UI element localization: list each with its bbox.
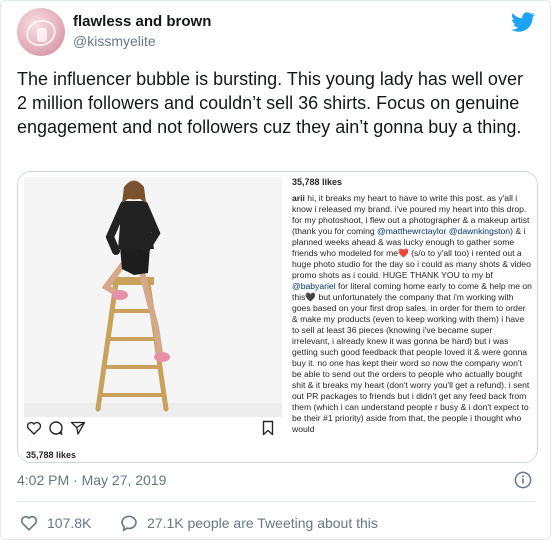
caption-mention: @matthewrctaylor [377, 226, 447, 236]
post-likes-count: 35,788 likes [26, 450, 77, 460]
author-handle[interactable]: @kissmyelite [73, 33, 156, 49]
twitter-bird-icon[interactable] [511, 10, 535, 34]
caption-username: arii [292, 193, 305, 203]
photo-pane: 35,788 likes [18, 172, 288, 462]
avatar[interactable] [17, 8, 65, 56]
tweet-card: flawless and brown @kissmyelite The infl… [0, 0, 551, 540]
embedded-instagram-screenshot[interactable]: 35,788 likes 35,788 likes arii hi, it br… [17, 171, 538, 463]
tweet-text: The influencer bubble is bursting. This … [17, 69, 523, 137]
comment-icon[interactable] [48, 420, 64, 436]
share-icon[interactable] [70, 420, 86, 436]
caption-likes-count: 35,788 likes [292, 177, 343, 187]
like-stat[interactable]: 107.8K [19, 513, 91, 533]
author-display-name[interactable]: flawless and brown [73, 13, 211, 30]
bookmark-icon[interactable] [260, 420, 276, 436]
red-heart-emoji: ❤️ [398, 248, 409, 258]
tweet-timestamp[interactable]: 4:02 PM · May 27, 2019 [17, 472, 166, 488]
heart-icon [20, 515, 38, 531]
caption-pane: 35,788 likes arii hi, it breaks my heart… [289, 172, 537, 462]
heart-icon[interactable] [26, 420, 42, 436]
conversation-stat[interactable]: 27.1K people are Tweeting about this [119, 513, 378, 533]
post-caption: arii hi, it breaks my heart to have to w… [292, 193, 532, 435]
people-tweeting-text: 27.1K people are Tweeting about this [147, 515, 378, 531]
black-heart-emoji: 🖤 [305, 292, 317, 302]
caption-mention: @dawnkingston [448, 226, 511, 236]
info-icon[interactable] [514, 471, 532, 489]
speech-bubble-icon [121, 515, 137, 532]
caption-text: but unfortunately the company that i'm w… [292, 292, 530, 434]
post-action-row [18, 420, 288, 442]
caption-mention: @babyariel [292, 281, 336, 291]
model-on-ladder-photo [24, 177, 282, 417]
like-count: 107.8K [47, 515, 92, 531]
avatar-pattern-detail [37, 28, 47, 42]
divider [17, 501, 536, 502]
